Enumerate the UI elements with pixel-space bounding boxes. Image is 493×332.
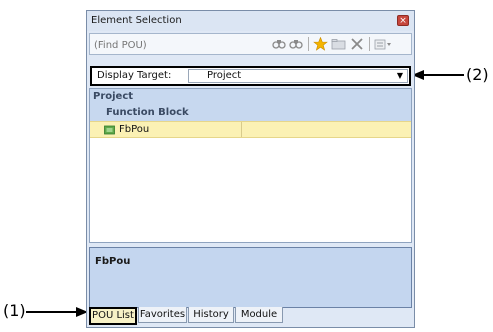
tree-header-function-block[interactable]: Function Block (90, 105, 411, 121)
display-target-dropdown[interactable]: Project ▼ (188, 69, 408, 83)
selection-info-pane: FbPou (89, 247, 412, 308)
dropdown-arrow-icon[interactable]: ▼ (397, 70, 403, 82)
pou-tree: Project Function Block FbPou (89, 88, 412, 243)
panel-title-bar: Element Selection × (87, 11, 414, 31)
favorites-star-icon[interactable] (313, 36, 328, 51)
tab-favorites[interactable]: Favorites (138, 307, 187, 323)
function-block-icon (104, 125, 115, 135)
folder-icon[interactable] (331, 37, 346, 51)
callout-1-arrow (26, 307, 88, 317)
tab-bar: POU List Favorites History Module (89, 307, 412, 325)
tree-item-label: FbPou (119, 124, 150, 135)
find-pou-input[interactable] (90, 34, 266, 56)
delete-icon[interactable] (350, 37, 364, 51)
display-target-row: Display Target: Project ▼ (90, 66, 411, 86)
display-options-icon[interactable] (374, 37, 392, 51)
callout-1-label: (1) (3, 301, 26, 320)
close-button[interactable]: × (397, 15, 409, 26)
selected-pou-name: FbPou (95, 256, 131, 267)
callout-2-arrow (412, 70, 464, 80)
display-target-value: Project (207, 70, 242, 81)
tab-pou-list[interactable]: POU List (89, 307, 137, 325)
tree-header-project[interactable]: Project (90, 89, 411, 105)
tab-module[interactable]: Module (235, 307, 283, 323)
callout-2-label: (2) (466, 65, 489, 84)
find-next-icon[interactable] (289, 37, 303, 51)
panel-title: Element Selection (91, 15, 182, 26)
search-bar (89, 33, 412, 56)
find-icon[interactable] (272, 37, 286, 51)
element-selection-panel: Element Selection × Display Target: Proj… (86, 10, 415, 328)
tab-history[interactable]: History (188, 307, 234, 323)
tree-item-fbpou[interactable]: FbPou (90, 121, 411, 138)
display-target-label: Display Target: (97, 70, 172, 81)
